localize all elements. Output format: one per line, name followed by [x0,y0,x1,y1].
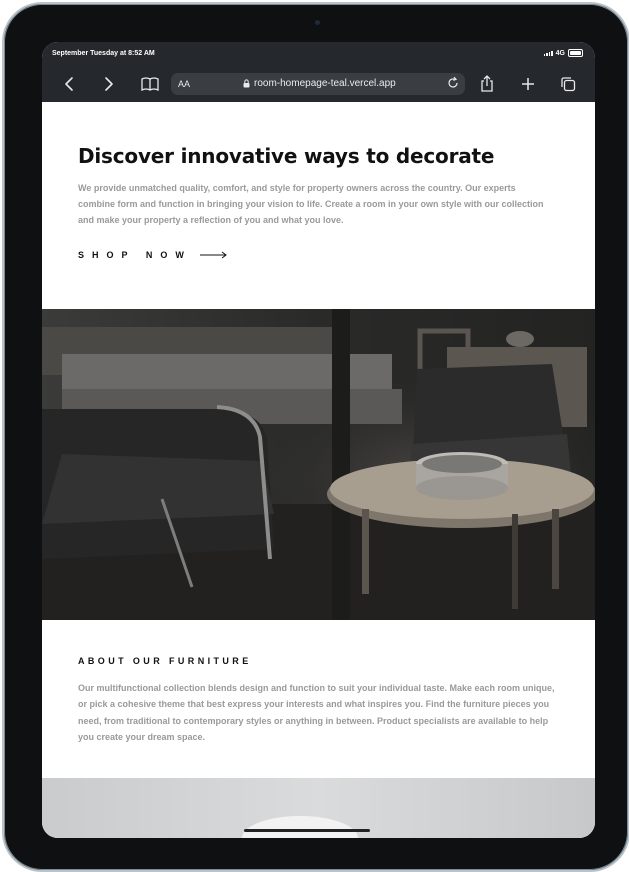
hero-description: We provide unmatched quality, comfort, a… [78,183,544,225]
front-camera [315,20,320,25]
dark-furniture-photo [42,309,595,620]
status-bar: September Tuesday at 8:52 AM 4G [42,42,595,66]
status-indicators: 4G [543,49,583,57]
tablet-screen: September Tuesday at 8:52 AM 4G AA room-… [42,42,595,838]
shop-now-label: SHOP NOW [78,250,192,260]
hero-title: Discover innovative ways to decorate [78,144,495,168]
arrow-right-icon [199,251,227,259]
url-display: room-homepage-teal.vercel.app [243,78,396,89]
status-time: September Tuesday at 8:52 AM [52,50,155,57]
about-title: ABOUT OUR FURNITURE [78,656,252,666]
new-tab-icon[interactable] [517,73,539,95]
home-indicator [244,829,370,832]
lock-icon [243,79,250,88]
battery-icon [568,49,583,57]
url-text: room-homepage-teal.vercel.app [254,78,396,89]
network-type: 4G [555,49,565,57]
address-bar[interactable]: AA room-homepage-teal.vercel.app [171,73,465,95]
share-icon[interactable] [476,73,498,95]
about-description: Our multifunctional collection blends de… [78,683,555,743]
cellular-signal-icon [543,50,553,56]
bookmarks-icon[interactable] [139,73,161,95]
back-icon[interactable] [58,73,80,95]
reload-icon[interactable] [446,76,460,93]
shop-now-link[interactable]: SHOP NOW [78,250,228,260]
text-size-button[interactable]: AA [178,79,190,89]
safari-toolbar: AA room-homepage-teal.vercel.app [42,66,595,102]
forward-icon[interactable] [98,73,120,95]
web-page: Discover innovative ways to decorate We … [42,102,595,838]
tabs-icon[interactable] [557,73,579,95]
tablet-device-frame: September Tuesday at 8:52 AM 4G AA room-… [2,2,629,872]
